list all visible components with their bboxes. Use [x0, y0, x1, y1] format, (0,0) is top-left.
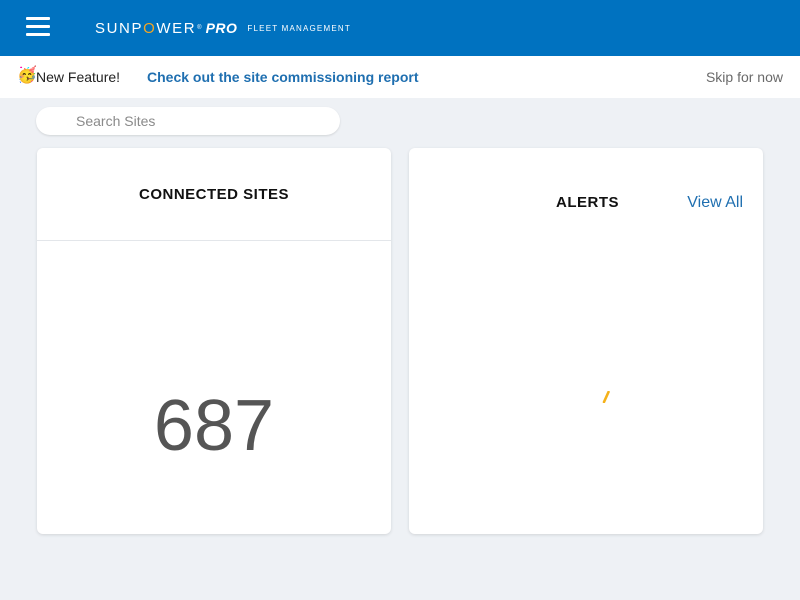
hamburger-line — [26, 25, 50, 28]
registered-mark: ® — [197, 25, 202, 31]
search-sites-input[interactable] — [76, 107, 326, 135]
hamburger-line — [26, 17, 50, 20]
brand-pro: PRO — [205, 20, 238, 36]
alerts-card: ALERTS View All — [409, 148, 763, 534]
top-navigation-bar: SUNPOWER ® PRO FLEET MANAGEMENT — [0, 0, 800, 56]
loading-spinner-arc — [602, 391, 610, 403]
party-face-icon: 🥳 — [17, 67, 37, 84]
brand-logo[interactable]: SUNPOWER ® PRO FLEET MANAGEMENT — [95, 18, 351, 38]
commissioning-report-link[interactable]: Check out the site commissioning report — [147, 69, 419, 85]
loading-spinner-icon — [602, 391, 610, 403]
connected-sites-count: 687 — [153, 386, 275, 466]
brand-subtitle: FLEET MANAGEMENT — [247, 24, 351, 33]
hamburger-menu-icon[interactable] — [26, 16, 50, 36]
new-feature-label: New Feature! — [36, 69, 121, 85]
view-all-alerts-link[interactable]: View All — [687, 194, 743, 212]
connected-sites-card[interactable]: CONNECTED SITES 687 — [37, 148, 391, 534]
search-sites-bar — [36, 107, 340, 135]
brand-name: SUNPOWER — [95, 20, 196, 37]
skip-for-now-button[interactable]: Skip for now — [706, 69, 783, 85]
alerts-title: ALERTS — [556, 194, 619, 211]
brand-name-o: O — [143, 19, 157, 37]
new-feature-banner: 🥳 New Feature! Check out the site commis… — [0, 56, 800, 98]
card-divider — [37, 240, 391, 241]
brand-name-part1: SUNP — [95, 19, 144, 37]
hamburger-line — [26, 33, 50, 36]
connected-sites-title: CONNECTED SITES — [138, 186, 289, 203]
brand-name-part2: WER — [156, 19, 197, 37]
